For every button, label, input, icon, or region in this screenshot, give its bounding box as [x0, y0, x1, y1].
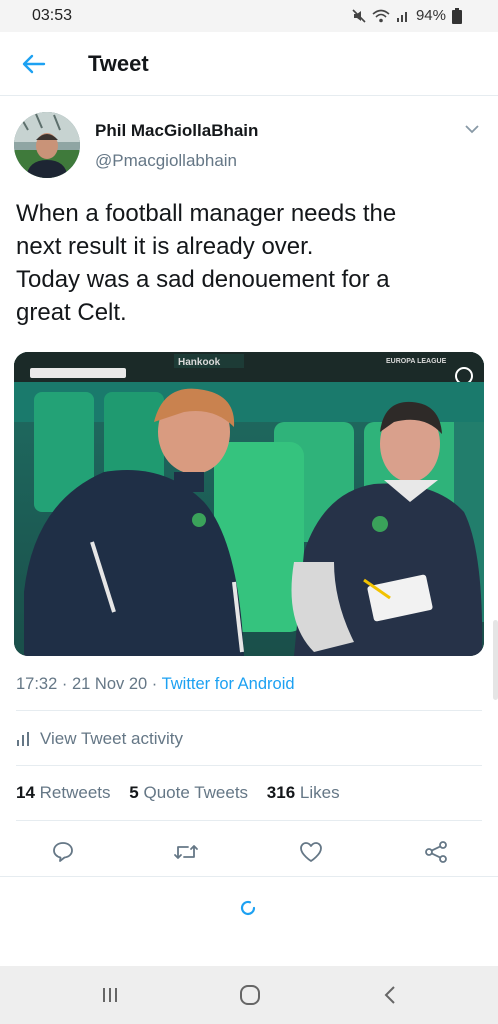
tweet-meta: 17:32 · 21 Nov 20 · Twitter for Android: [16, 675, 295, 693]
divider: [16, 710, 482, 711]
share-icon: [425, 841, 447, 863]
avatar[interactable]: [14, 112, 80, 178]
retweets-count: 14: [16, 783, 35, 802]
tweet-source-link[interactable]: Twitter for Android: [162, 675, 295, 693]
tweet-date: 21 Nov 20: [71, 675, 148, 693]
loading-spinner: [238, 898, 258, 918]
author-handle[interactable]: @Pmacgiollabhain: [95, 151, 237, 171]
tweet-time: 17:32: [16, 675, 58, 693]
status-icons: 94%: [352, 7, 462, 24]
chevron-down-icon: [465, 125, 479, 134]
tweet-text: When a football manager needs the next r…: [16, 197, 486, 329]
tweet-stats: 14 Retweets 5 Quote Tweets 316 Likes: [16, 783, 354, 803]
tweet-media-image[interactable]: Hankook EUROPA LEAGUE: [14, 352, 484, 656]
like-button[interactable]: [295, 836, 327, 868]
app-header: Tweet: [0, 32, 498, 96]
tweet-text-line: When a football manager needs the: [16, 200, 397, 227]
wifi-icon: [372, 9, 390, 22]
status-bar: 03:53 94%: [0, 0, 498, 32]
activity-label: View Tweet activity: [40, 729, 183, 748]
broadcast-logo: EUROPA LEAGUE: [386, 358, 447, 365]
divider: [0, 876, 498, 877]
battery-percent: 94%: [415, 7, 446, 24]
chevron-left-icon: [384, 986, 395, 1004]
recent-apps-button[interactable]: [96, 982, 124, 1008]
signal-icon: [396, 11, 407, 22]
retweet-button[interactable]: [170, 836, 202, 868]
board-text: Hankook: [178, 357, 221, 368]
tweet-actions: [0, 832, 498, 872]
author-name[interactable]: Phil MacGiollaBhain: [95, 121, 258, 141]
bar-chart-icon: [17, 732, 29, 746]
scrollbar[interactable]: [493, 620, 498, 700]
quote-tweets-count: 5: [129, 783, 139, 802]
mute-icon: [352, 8, 366, 23]
likes-stat[interactable]: 316 Likes: [267, 783, 340, 802]
quote-tweets-stat[interactable]: 5 Quote Tweets: [129, 783, 248, 802]
home-button[interactable]: [236, 982, 264, 1008]
quote-tweets-label: Quote Tweets: [143, 783, 249, 802]
reply-icon: [53, 842, 73, 862]
tweet-text-line: great Celt.: [16, 299, 127, 326]
heart-icon: [300, 842, 322, 862]
status-time: 03:53: [32, 7, 73, 24]
retweets-stat[interactable]: 14 Retweets: [16, 783, 111, 802]
reply-button[interactable]: [47, 836, 79, 868]
battery-icon: [452, 7, 462, 24]
system-nav-bar: [0, 966, 498, 1024]
retweets-label: Retweets: [39, 783, 111, 802]
view-tweet-activity-button[interactable]: View Tweet activity: [16, 729, 183, 749]
more-options-button[interactable]: [462, 122, 482, 138]
divider: [16, 765, 482, 766]
arrow-left-icon: [22, 54, 46, 74]
tweet-text-line: next result it is already over.: [16, 233, 314, 260]
retweet-icon: [174, 845, 198, 859]
likes-count: 316: [266, 783, 296, 802]
page-title: Tweet: [88, 51, 149, 76]
system-back-button[interactable]: [376, 982, 404, 1008]
likes-label: Likes: [299, 783, 340, 802]
recent-apps-icon: [103, 988, 117, 1002]
back-button[interactable]: [18, 50, 50, 78]
home-icon: [240, 985, 260, 1005]
tweet-text-line: Today was a sad denouement for a: [16, 266, 390, 293]
divider: [16, 820, 482, 821]
share-button[interactable]: [420, 836, 452, 868]
spinner-icon: [240, 900, 256, 916]
